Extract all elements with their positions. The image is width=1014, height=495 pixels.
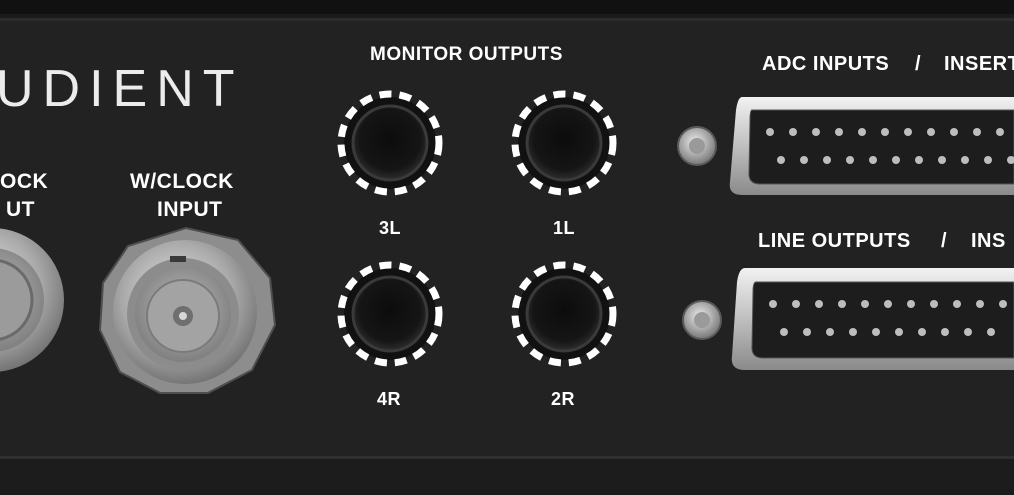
dsub-pin [815, 300, 823, 308]
line-outputs-insert-label: INS [971, 230, 1006, 252]
wordclock-output-label-line1: OCK [0, 170, 49, 193]
dsub-pin [823, 156, 831, 164]
wordclock-input-bnc[interactable] [98, 226, 277, 394]
dsub-pin [892, 156, 900, 164]
dsub-pin [766, 128, 774, 136]
dsub-pin [800, 156, 808, 164]
adc-insert-label: INSERT [944, 53, 1014, 75]
brand-logo-text: UDIENT [0, 60, 244, 118]
jack-2r-label: 2R [551, 389, 576, 409]
dsub-pin [927, 128, 935, 136]
dsub-pin [835, 128, 843, 136]
line-outputs-separator: / [941, 230, 948, 252]
monitor-outputs-title: MONITOR OUTPUTS [370, 44, 563, 65]
dsub-pin [918, 328, 926, 336]
rear-panel: UDIENT OCK UT W/CLOCK INPUT MONITOR OUTP… [0, 0, 1014, 490]
dsub-pin [777, 156, 785, 164]
dsub-pin [987, 328, 995, 336]
dsub-pin [792, 300, 800, 308]
dsub-pin [812, 128, 820, 136]
adc-inputs-label: ADC INPUTS [762, 53, 890, 75]
dsub-pin [941, 328, 949, 336]
dsub-pin [780, 328, 788, 336]
dsub-pin [849, 328, 857, 336]
dsub-pin [869, 156, 877, 164]
wordclock-input-label-line1: W/CLOCK [130, 170, 234, 193]
dsub-pin [907, 300, 915, 308]
jack-4r-label: 4R [377, 389, 402, 409]
dsub-pin [872, 328, 880, 336]
dsub-pin [915, 156, 923, 164]
wordclock-input-label-line2: INPUT [157, 198, 223, 221]
dsub-pin [861, 300, 869, 308]
dsub-pin [803, 328, 811, 336]
jack-3l-label: 3L [379, 218, 402, 238]
dsub-pin [961, 156, 969, 164]
dsub-pin [976, 300, 984, 308]
dsub-pin [769, 300, 777, 308]
jack-1l-label: 1L [553, 218, 576, 238]
dsub-pin [884, 300, 892, 308]
dsub-pin [996, 128, 1004, 136]
dsub-pin [846, 156, 854, 164]
dsub-pin [964, 328, 972, 336]
dsub-pin [789, 128, 797, 136]
adc-separator: / [915, 53, 922, 75]
dsub-pin [930, 300, 938, 308]
dsub-pin [826, 328, 834, 336]
dsub-pin [904, 128, 912, 136]
dsub-pin [953, 300, 961, 308]
dsub-pin [838, 300, 846, 308]
dsub-pin [984, 156, 992, 164]
dsub-pin [999, 300, 1007, 308]
dsub-pin [950, 128, 958, 136]
dsub-pin [938, 156, 946, 164]
dsub-pin [881, 128, 889, 136]
dsub-pin [858, 128, 866, 136]
dsub-pin [895, 328, 903, 336]
line-outputs-label: LINE OUTPUTS [758, 230, 911, 252]
dsub-pin [973, 128, 981, 136]
wordclock-output-label-line2: UT [6, 198, 35, 221]
